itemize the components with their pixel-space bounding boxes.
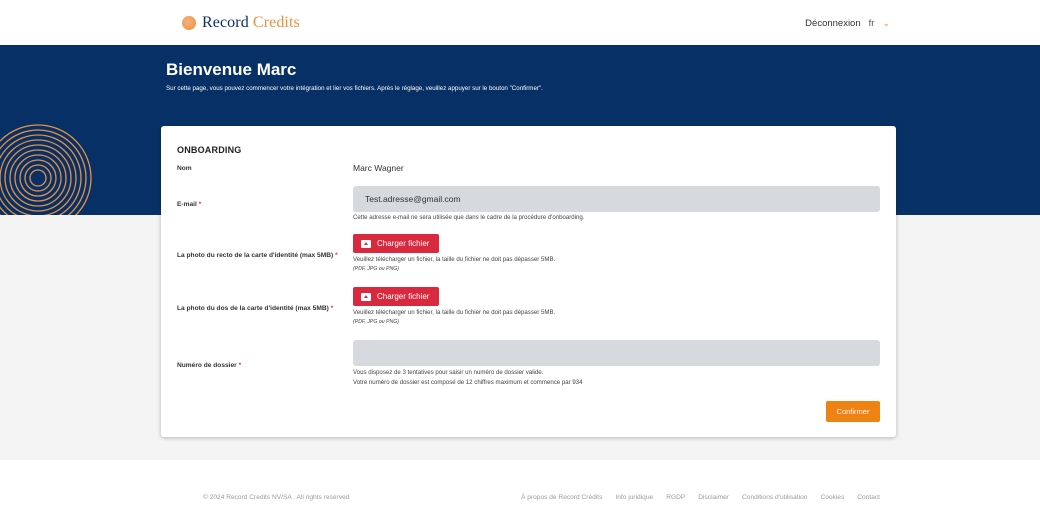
dossier-number-field[interactable] [353,340,880,366]
id-front-formats: (PDF, JPG ou PNG) [353,266,400,272]
dossier-label-text: Numéro de dossier [177,362,237,369]
upload-folder-icon [361,292,371,301]
upload-front-button[interactable]: Charger fichier [353,234,439,253]
upload-front-button-label: Charger fichier [377,239,430,248]
page-subtitle: Sur cette page, vous pouvez commencer vo… [166,85,543,92]
name-label-text: Nom [177,165,192,172]
required-mark: * [198,201,202,208]
footer-link-cookies[interactable]: Cookies [820,494,844,501]
logo[interactable]: Record Credits [182,14,300,32]
logo-text-main: Record [202,14,249,31]
page-title: Bienvenue Marc [166,60,297,79]
footer-links: À propos de Record Crédits Info juridiqu… [521,494,880,501]
name-label: Nom [177,165,192,172]
footer-link-terms[interactable]: Conditions d'utilisation [742,494,807,501]
id-front-help: Veuillez télécharger un fichier, la tail… [353,256,556,263]
id-back-formats: (PDF, JPG ou PNG) [353,319,400,325]
confirm-button[interactable]: Confirmer [826,401,880,422]
dossier-help-attempts: Vous disposez de 3 tentatives pour saisi… [353,369,544,376]
upload-folder-icon [361,239,371,248]
upload-back-button[interactable]: Charger fichier [353,287,439,306]
upload-back-button-label: Charger fichier [377,292,430,301]
footer-link-contact[interactable]: Contact [857,494,880,501]
footer-link-rgdp[interactable]: RGDP [666,494,685,501]
id-back-label-text: La photo du dos de la carte d'identité (… [177,305,329,312]
email-label-text: E-mail [177,201,197,208]
dossier-help-format: Votre numéro de dossier est composé de 1… [353,379,583,386]
email-help: Cette adresse e-mail ne sera utilisée qu… [353,214,585,221]
top-bar: Record Credits Déconnexion fr ⌄ [0,0,1040,45]
logo-text-accent: Credits [252,14,300,31]
onboarding-card: ONBOARDING Nom Marc Wagner E-mail * Test… [161,126,896,437]
copyright: © 2024 Record Credits NV/SA . All rights… [203,494,350,501]
id-front-label: La photo du recto de la carte d'identité… [177,252,338,259]
card-title: ONBOARDING [177,145,242,155]
email-label: E-mail * [177,201,201,208]
dossier-label: Numéro de dossier * [177,362,241,369]
logo-mark-icon [182,16,196,30]
logout-link[interactable]: Déconnexion [805,18,860,29]
email-field[interactable]: Test.adresse@gmail.com [353,186,880,212]
top-right-nav: Déconnexion fr ⌄ [805,18,890,29]
footer-link-about[interactable]: À propos de Record Crédits [521,494,602,501]
id-back-help: Veuillez télécharger un fichier, la tail… [353,309,556,316]
name-value: Marc Wagner [353,163,404,173]
footer-link-legal[interactable]: Info juridique [615,494,653,501]
footer-link-disclaimer[interactable]: Disclaimer [698,494,729,501]
required-mark: * [335,252,338,259]
id-back-label: La photo du dos de la carte d'identité (… [177,305,333,312]
language-select[interactable]: fr [869,18,875,29]
required-mark: * [330,305,334,312]
id-front-label-text: La photo du recto de la carte d'identité… [177,252,334,259]
logo-text: Record Credits [202,14,300,32]
fingerprint-decoration [0,124,92,215]
footer: © 2024 Record Credits NV/SA . All rights… [0,460,1040,506]
required-mark: * [238,362,242,369]
chevron-down-icon[interactable]: ⌄ [882,18,890,29]
